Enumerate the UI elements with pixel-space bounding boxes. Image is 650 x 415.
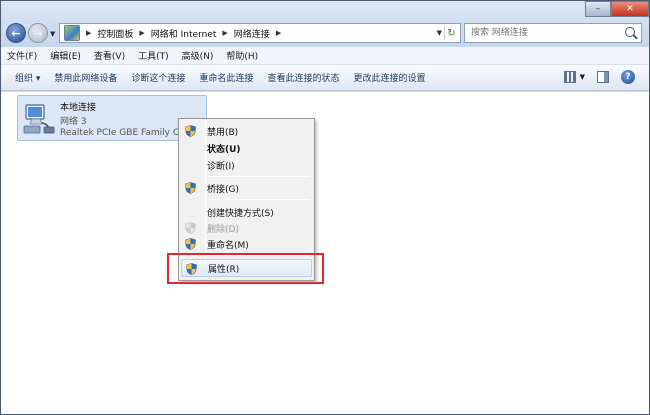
address-row: – ✕ ← → ▼ ▶ 控制面板 ▶ 网络和 Internet ▶ 网络连接 ▶…	[1, 1, 649, 47]
view-dropdown-icon[interactable]: ▼	[580, 73, 585, 81]
history-dropdown-icon[interactable]: ▼	[50, 30, 55, 38]
ctx-disable-label: 禁用(B)	[207, 127, 239, 138]
ctx-status-label: 状态(U)	[207, 144, 241, 155]
uac-shield-icon	[185, 238, 196, 250]
content-pane: 本地连接 网络 3 Realtek PCIe GBE Family Co	[1, 92, 649, 414]
breadcrumb-separator-icon[interactable]: ▶	[222, 29, 227, 37]
breadcrumb-separator-icon[interactable]: ▶	[86, 29, 91, 37]
change-view-icon[interactable]	[563, 71, 576, 83]
window-controls: – ✕	[585, 1, 649, 17]
forward-button[interactable]: →	[28, 23, 48, 43]
view-status-button[interactable]: 查看此连接的状态	[267, 71, 339, 84]
menu-bar: 文件(F) 编辑(E) 查看(V) 工具(T) 高级(N) 帮助(H)	[1, 47, 649, 65]
address-bar[interactable]: ▶ 控制面板 ▶ 网络和 Internet ▶ 网络连接 ▶ ▼ ↻	[59, 23, 461, 43]
minimize-button[interactable]: –	[585, 1, 611, 17]
uac-shield-icon	[185, 182, 196, 194]
ctx-rename-label: 重命名(M)	[207, 240, 249, 251]
ctx-status[interactable]: 状态(U)	[181, 139, 312, 157]
close-button[interactable]: ✕	[611, 1, 649, 17]
explorer-window: – ✕ ← → ▼ ▶ 控制面板 ▶ 网络和 Internet ▶ 网络连接 ▶…	[0, 0, 650, 415]
change-settings-button[interactable]: 更改此连接的设置	[353, 71, 425, 84]
network-adapter-icon	[23, 104, 55, 134]
uac-shield-icon	[185, 125, 196, 137]
breadcrumb-network-internet[interactable]: 网络和 Internet	[151, 27, 217, 40]
rename-button[interactable]: 重命名此连接	[199, 71, 253, 84]
refresh-button[interactable]: ↻	[444, 26, 458, 40]
refresh-icon: ↻	[447, 27, 456, 39]
command-bar: 组织 ▾ 禁用此网络设备 诊断这个连接 重命名此连接 查看此连接的状态 更改此连…	[1, 65, 649, 91]
connection-device: Realtek PCIe GBE Family Co	[60, 128, 185, 138]
organize-button[interactable]: 组织 ▾	[15, 71, 40, 84]
diagnose-button[interactable]: 诊断这个连接	[131, 71, 185, 84]
search-icon[interactable]	[625, 27, 635, 37]
connection-network: 网络 3	[60, 117, 87, 127]
breadcrumb-control-panel[interactable]: 控制面板	[97, 27, 133, 40]
ctx-diagnose[interactable]: 诊断(I)	[181, 156, 312, 174]
ctx-rename[interactable]: 重命名(M)	[181, 235, 312, 253]
breadcrumb-separator-icon[interactable]: ▶	[139, 29, 144, 37]
command-bar-right: ▼ ?	[563, 70, 635, 84]
disable-device-button[interactable]: 禁用此网络设备	[54, 71, 117, 84]
ctx-disable[interactable]: 禁用(B)	[181, 122, 312, 140]
highlight-annotation	[167, 253, 324, 284]
ctx-separator	[207, 199, 310, 200]
ctx-delete-label: 删除(D)	[207, 224, 239, 235]
back-arrow-icon: ←	[11, 26, 21, 40]
control-panel-icon	[64, 25, 80, 41]
forward-arrow-icon: →	[33, 26, 43, 40]
connection-name: 本地连接	[60, 103, 97, 113]
search-box[interactable]	[464, 23, 642, 43]
search-input[interactable]	[465, 24, 621, 42]
breadcrumb-network-connections[interactable]: 网络连接	[234, 27, 270, 40]
ctx-create-shortcut-label: 创建快捷方式(S)	[207, 208, 274, 219]
menu-file[interactable]: 文件(F)	[7, 49, 37, 62]
address-dropdown-icon[interactable]: ▼	[437, 29, 442, 37]
menu-tools[interactable]: 工具(T)	[138, 49, 169, 62]
menu-view[interactable]: 查看(V)	[94, 49, 125, 62]
ctx-separator	[207, 176, 310, 177]
menu-help[interactable]: 帮助(H)	[226, 49, 258, 62]
ctx-diagnose-label: 诊断(I)	[207, 161, 235, 172]
uac-shield-icon	[185, 222, 196, 234]
ctx-bridge[interactable]: 桥接(G)	[181, 179, 312, 197]
ctx-bridge-label: 桥接(G)	[207, 184, 239, 195]
back-button[interactable]: ←	[6, 23, 26, 43]
menu-edit[interactable]: 编辑(E)	[50, 49, 81, 62]
help-icon[interactable]: ?	[621, 70, 635, 84]
breadcrumb-separator-icon[interactable]: ▶	[276, 29, 281, 37]
menu-advanced[interactable]: 高级(N)	[182, 49, 214, 62]
preview-pane-icon[interactable]	[597, 71, 609, 83]
